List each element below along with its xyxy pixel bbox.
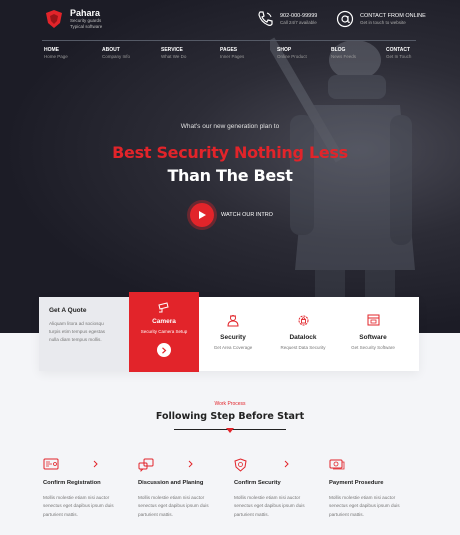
service-sub: Request Data Security [280,345,326,350]
step-text-line: senectus eget dapibus ipsum duis [138,503,209,509]
nav-sub: Home Page [44,54,68,59]
step-text: Mollis molestie etiam nisi auctor senect… [43,494,135,519]
play-video-button[interactable] [190,203,214,227]
chevron-right-icon [284,460,289,468]
step-text: Mollis molestie etiam nisi auctor senect… [138,494,230,519]
play-icon [199,211,206,219]
service-arrow-button[interactable] [157,343,171,357]
hero-section: Pahara Security guards Typical software … [0,0,460,333]
step-title: Discussion and Planing [138,480,204,486]
step-text-line: Mollis molestie etiam nisi auctor [234,495,301,500]
nav-item-shop[interactable]: SHOP Online Product [277,47,307,60]
video-label[interactable]: WATCH OUR INTRO [221,212,273,218]
brand-tagline-2: Typical software [70,24,103,29]
quote-title: Get A Quote [49,307,87,314]
nav-item-home[interactable]: HOME Home Page [44,47,68,60]
step-text-line: parturient mattis. [43,511,78,517]
step-text-line: Mollis molestie etiam nisi auctor [138,495,205,500]
service-title: Camera [152,318,176,325]
step-text-line: parturient mattis. [329,511,364,517]
payment-icon [329,459,345,470]
hero-headline-2: Than The Best [167,166,293,185]
hero-kicker: What's our new generation plan to [180,123,280,130]
nav-sub: Inner Pages [220,54,245,59]
nav-sub: What We Do [161,54,187,59]
guard-icon [227,315,239,327]
lion-logo-icon [46,10,62,28]
contact-phone[interactable]: 902-000-99999 Call 24/7 available [256,10,317,28]
work-process-title: Following Step Before Start [155,411,305,422]
brand-logo[interactable]: Pahara Security guards Typical software [44,8,102,30]
step-title: Confirm Security [234,480,281,486]
nav-sub: Get In Touch [386,54,412,59]
service-card-security[interactable]: Security Get Area Coverage [199,297,267,371]
gear-lock-icon [298,315,309,326]
contact-phone-number: 902-000-99999 [280,12,318,19]
nav-sub: Online Product [277,54,307,59]
nav-sub: Company Info [102,54,131,59]
quote-line: turpis etim tempus egestas [49,328,106,334]
step-text-line: senectus eget dapibus ipsum duis [234,503,305,509]
service-sub: Get Security Software [351,345,395,350]
chevron-right-icon [93,460,98,468]
hero-headline: Best Security Nothing Less [112,143,348,162]
chevron-right-icon [188,460,193,468]
nav-item-pages[interactable]: PAGES Inner Pages [220,47,244,60]
quote-line: Aliquam litora ad sociosqu [49,321,104,326]
service-title: Software [359,334,387,341]
nav-item-service[interactable]: SERVICE What We Do [161,47,186,60]
nav-item-about[interactable]: ABOUT Company Info [102,47,130,60]
service-title: Security [220,334,246,341]
step-text: Mollis molestie etiam nisi auctor senect… [234,494,326,519]
camera-icon [158,302,169,313]
chevron-right-icon [162,346,167,354]
service-title: Datalock [289,334,317,341]
brand-text: Pahara Security guards Typical software [70,8,102,30]
contact-online-sub: Get in touch to website [360,19,406,25]
step-text: Mollis molestie etiam nisi auctor senect… [329,494,421,519]
nav-divider [42,40,416,41]
shield-icon [234,458,247,472]
work-process-kicker: Work Process [214,401,246,407]
registration-icon [43,458,59,470]
software-icon [367,314,380,326]
quote-line: nulla diam tempus mollis. [49,336,102,342]
brand-name: Pahara [70,8,101,18]
contact-online-text: CONTACT FROM ONLINE Get in touch to webs… [360,13,426,26]
step-title: Payment Prosedure [329,480,384,486]
contact-online[interactable]: CONTACT FROM ONLINE Get in touch to webs… [336,10,426,28]
contact-phone-text: 902-000-99999 Call 24/7 available [280,13,317,26]
phone-icon [258,11,273,26]
service-sub: Security Camera Setup [140,329,188,334]
step-text-line: senectus eget dapibus ipsum duis [43,503,114,509]
nav-item-blog[interactable]: BLOG News Feeds [331,47,356,60]
title-marker-icon [226,428,234,433]
at-sign-icon [336,10,354,28]
step-text-line: Mollis molestie etiam nisi auctor [329,495,396,500]
step-text-line: senectus eget dapibus ipsum duis [329,503,400,509]
step-text-line: Mollis molestie etiam nisi auctor [43,495,110,500]
step-title: Confirm Registration [43,480,101,486]
nav-item-contact[interactable]: CONTACT Get In Touch [386,47,411,60]
quote-box: Get A Quote Aliquam litora ad sociosqu t… [39,297,129,371]
service-sub: Get Area Coverage [213,345,253,350]
service-card-software[interactable]: Software Get Security Software [339,297,407,371]
service-card-camera[interactable]: Camera Security Camera Setup [129,292,199,372]
nav-sub: News Feeds [331,54,357,59]
step-text-line: parturient mattis. [234,511,269,517]
contact-online-title: CONTACT FROM ONLINE [360,12,426,19]
contact-phone-sub: Call 24/7 available [280,19,317,25]
services-strip: Get A Quote Aliquam litora ad sociosqu t… [39,292,419,372]
step-text-line: parturient mattis. [138,511,173,517]
service-card-datalock[interactable]: Datalock Request Data Security [269,297,337,371]
discussion-icon [138,458,154,472]
